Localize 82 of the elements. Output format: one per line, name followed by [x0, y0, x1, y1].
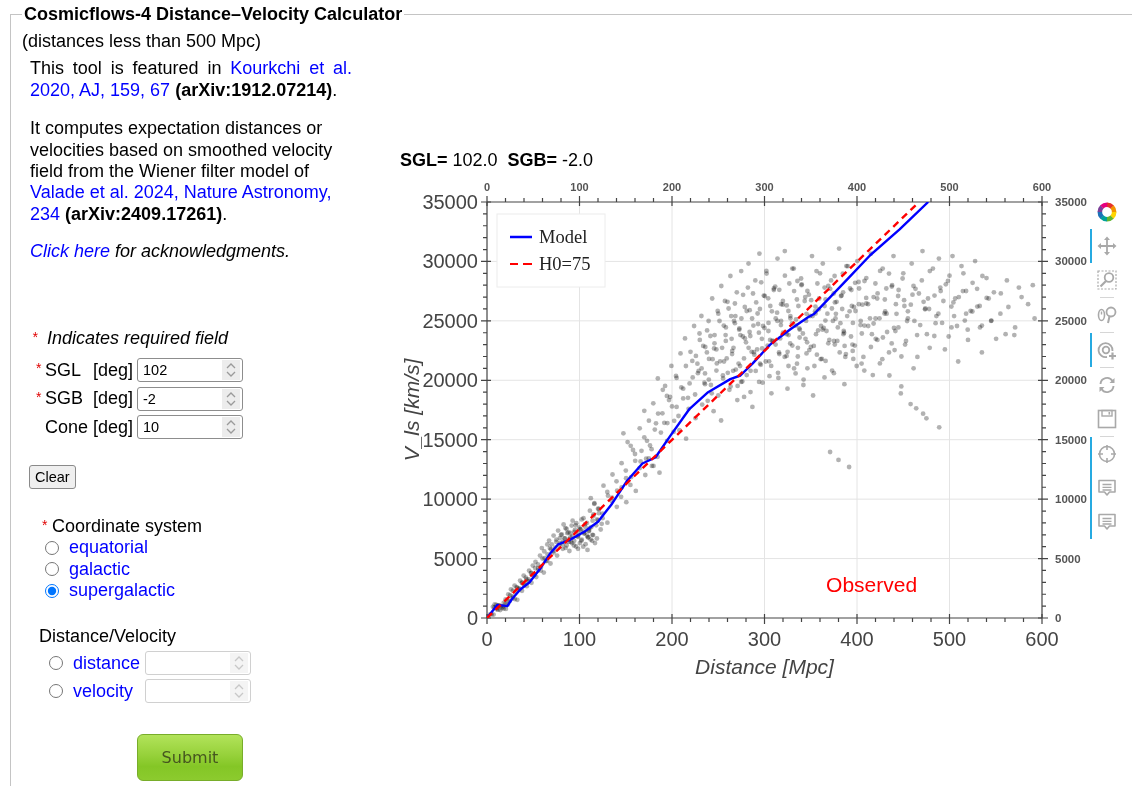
- tick-label: 0: [481, 628, 493, 650]
- tick-label: 100: [570, 181, 589, 193]
- tick-label: 400: [840, 628, 874, 650]
- text-link[interactable]: Kourkchi et al.: [230, 58, 352, 79]
- spinner-icon[interactable]: [222, 417, 240, 438]
- tick-label: 300: [747, 628, 782, 650]
- crosshair-icon: [1097, 444, 1117, 464]
- move-arrows-icon: [1097, 236, 1117, 256]
- paragraph-text: This tool is featured in Kourkchi et al. 2020, AJ, 159, 67 (arXiv:1912.07214).: [30, 58, 352, 102]
- tick-label: 400: [847, 181, 867, 193]
- field-label: SGB: [45, 388, 84, 410]
- plot-title: SGB= -2.0: [507, 150, 594, 171]
- tick-label: 30000: [422, 250, 478, 273]
- tick-label: 25000: [1055, 314, 1087, 327]
- reset-icon: [1097, 375, 1117, 395]
- tick-label: 35000: [422, 191, 478, 213]
- form-title: Cosmicflows-4 Distance–Velocity Calculator: [23, 4, 404, 24]
- tick-label: 5000: [433, 547, 478, 570]
- tick-label: 200: [655, 628, 689, 650]
- radio-label[interactable]: galactic: [69, 558, 131, 580]
- text-link[interactable]: Valade et al. 2024, Nature Astronomy,: [30, 182, 332, 203]
- tick-label: 0: [483, 181, 491, 193]
- axis-title: Distance [Mpc]: [695, 654, 834, 678]
- spinner-icon[interactable]: [222, 388, 240, 409]
- axis-title: V_ls [km/s]: [399, 358, 423, 462]
- radio-button[interactable]: [45, 540, 59, 555]
- radio-button[interactable]: [45, 562, 59, 577]
- section-label: Coordinate system: [52, 515, 203, 537]
- required-marker: *: [42, 517, 49, 532]
- paragraph-text: Click here for acknowledgments.: [30, 241, 292, 263]
- tick-label: 15000: [422, 428, 478, 451]
- tick-label: 500: [940, 181, 959, 193]
- submit-button[interactable]: Submit: [137, 734, 243, 782]
- unit-label: [deg]: [93, 416, 135, 438]
- unit-label: [deg]: [93, 388, 135, 410]
- tick-label: 25000: [422, 309, 478, 332]
- legend-label: H0=75: [539, 254, 591, 274]
- tick-label: 600: [1032, 181, 1052, 193]
- subtitle-text: (distances less than 500 Mpc): [22, 31, 263, 53]
- required-marker: *: [36, 361, 43, 376]
- tick-label: 10000: [1055, 493, 1087, 506]
- field-label: Cone: [45, 416, 90, 438]
- wheel-zoom-icon: [1097, 305, 1117, 325]
- tick-label: 0: [1055, 612, 1062, 624]
- spinner-icon[interactable]: [230, 653, 248, 674]
- spinner-icon[interactable]: [230, 681, 248, 702]
- paragraph-text: It computes expectation distances or velocities based on smoothed velocity field from the Wiener filter model of Valade et al. 2024, Nature Astronomy, 234 (arXiv:2409.17261).: [30, 118, 334, 226]
- clear-button[interactable]: Clear: [29, 464, 76, 489]
- tick-label: 20000: [1055, 374, 1087, 387]
- required-marker: *: [32, 329, 39, 344]
- tick-label: 200: [662, 181, 682, 193]
- required-note: Indicates required field: [47, 327, 229, 350]
- spinner-icon[interactable]: [222, 360, 240, 381]
- tick-label: 600: [1025, 628, 1059, 650]
- unit-label: [deg]: [93, 359, 135, 381]
- tick-label: 20000: [422, 369, 478, 392]
- tick-label: 300: [755, 181, 774, 193]
- box-zoom-icon: [1097, 270, 1117, 290]
- save-icon: [1097, 409, 1117, 429]
- legend-label: Model: [539, 227, 588, 247]
- text-link[interactable]: 234: [30, 203, 61, 224]
- tick-label: 35000: [1055, 196, 1087, 208]
- speech-bubble-icon: [1097, 478, 1117, 498]
- field-label: SGL: [45, 359, 83, 381]
- radio-label[interactable]: equatorial: [69, 537, 149, 559]
- required-marker: *: [36, 389, 43, 404]
- tick-label: 30000: [1055, 255, 1087, 268]
- tick-label: 0: [466, 607, 478, 629]
- section-label: Distance/Velocity: [39, 626, 178, 648]
- tick-label: 5000: [1055, 552, 1081, 565]
- annotation-label: Observed: [826, 572, 918, 596]
- tick-label: 10000: [422, 488, 478, 511]
- zoom-in-icon: [1097, 340, 1117, 360]
- radio-label[interactable]: supergalactic: [69, 580, 176, 602]
- text-link[interactable]: 2020, AJ, 159, 67: [30, 79, 171, 100]
- text-link[interactable]: Click here: [30, 241, 111, 262]
- tick-label: 100: [562, 628, 597, 650]
- speech-bubble-icon: [1097, 512, 1117, 532]
- tick-label: 15000: [1055, 433, 1087, 446]
- plot-title: SGL= 102.0: [400, 150, 498, 171]
- tick-label: 500: [932, 628, 967, 650]
- radio-button[interactable]: [45, 583, 59, 598]
